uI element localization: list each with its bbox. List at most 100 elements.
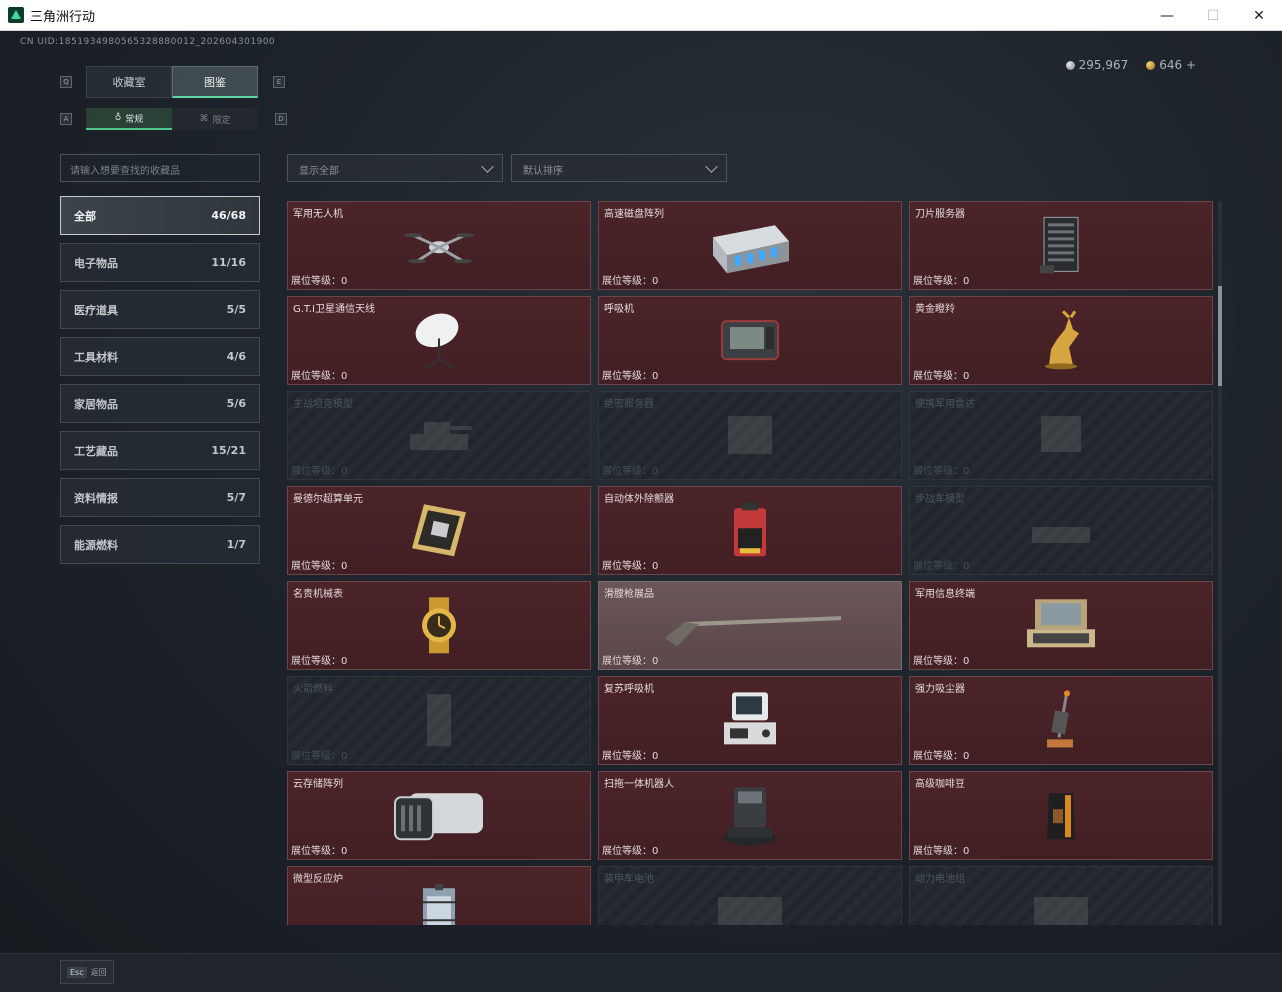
- mop-robot-icon: [720, 783, 780, 851]
- card-level: 展位等级：0: [602, 656, 659, 667]
- card-level: 展位等级：0: [291, 371, 348, 382]
- collection-card[interactable]: 便携军用雷达 展位等级：0: [909, 391, 1213, 480]
- satellite-dish-icon: [409, 308, 469, 376]
- collection-card[interactable]: 主战坦克模型 展位等级：0: [287, 391, 591, 480]
- card-level: 展位等级：0: [291, 466, 348, 477]
- subtab-regular-label: 常规: [125, 114, 144, 125]
- collection-card[interactable]: 扫拖一体机器人 展位等级：0: [598, 771, 902, 860]
- collection-card[interactable]: 动力电池组展位等级：0: [909, 866, 1213, 925]
- collection-card[interactable]: 复苏呼吸机 展位等级：0: [598, 676, 902, 765]
- grid-scroll-thumb[interactable]: [1218, 286, 1222, 386]
- category-electronics[interactable]: 电子物品 11/16: [60, 243, 260, 282]
- card-name: 便携军用雷达: [915, 399, 975, 410]
- collection-card[interactable]: 名贵机械表 展位等级：0: [287, 581, 591, 670]
- card-level: 展位等级：0: [913, 561, 970, 572]
- category-crafts[interactable]: 工艺藏品 15/21: [60, 431, 260, 470]
- display-filter-dropdown[interactable]: 显示全部: [287, 154, 503, 182]
- card-level: 展位等级：0: [602, 751, 659, 762]
- disk-array-icon: [705, 215, 795, 279]
- category-count: 15/21: [211, 444, 246, 457]
- chevron-down-icon: [705, 160, 718, 173]
- gold-currency[interactable]: 646 +: [1146, 58, 1196, 72]
- collection-card[interactable]: 曼德尔超算单元 展位等级：0: [287, 486, 591, 575]
- collection-card[interactable]: 云存储阵列展位等级：0: [287, 771, 591, 860]
- collection-card[interactable]: 微型反应炉展位等级：0: [287, 866, 591, 925]
- defibrillator-icon: [728, 500, 772, 564]
- card-level: 展位等级：0: [291, 751, 348, 762]
- key-hint-e: E: [273, 76, 285, 88]
- subtab-limited[interactable]: ⌘ 限定: [172, 108, 258, 130]
- collection-card[interactable]: 绝密服务器 展位等级：0: [598, 391, 902, 480]
- collection-card[interactable]: 军用无人机 展位等级：0: [287, 201, 591, 290]
- card-name: 黄金瞪羚: [915, 304, 955, 315]
- collection-card[interactable]: 滑膛枪展品 展位等级：0: [598, 581, 902, 670]
- collection-card[interactable]: 高级咖啡豆 展位等级：0: [909, 771, 1213, 860]
- ventilator-icon: [718, 315, 782, 369]
- rocket-fuel-icon: [419, 690, 459, 754]
- sort-dropdown[interactable]: 默认排序: [511, 154, 727, 182]
- main-tabs: 收藏室 图鉴: [86, 66, 258, 98]
- card-level: 展位等级：0: [602, 371, 659, 382]
- category-medical[interactable]: 医疗道具 5/5: [60, 290, 260, 329]
- category-count: 11/16: [211, 256, 246, 269]
- category-count: 4/6: [226, 350, 246, 363]
- limited-icon: ⌘: [199, 114, 209, 124]
- cloud-storage-icon: [389, 785, 489, 849]
- back-label: 返回: [90, 967, 107, 977]
- close-button[interactable]: ✕: [1236, 0, 1282, 31]
- display-filter-value: 显示全部: [299, 166, 339, 177]
- category-energy[interactable]: 能源燃料 1/7: [60, 525, 260, 564]
- collection-card[interactable]: G.T.I卫星通信天线 展位等级：0: [287, 296, 591, 385]
- maximize-button[interactable]: ☐: [1190, 0, 1236, 31]
- card-level: 展位等级：0: [291, 561, 348, 572]
- card-name: G.T.I卫星通信天线: [293, 304, 375, 315]
- chevron-down-icon: [481, 160, 494, 173]
- collection-card[interactable]: 自动体外除颤器 展位等级：0: [598, 486, 902, 575]
- back-button[interactable]: Esc 返回: [60, 960, 114, 984]
- category-intel[interactable]: 资料情报 5/7: [60, 478, 260, 517]
- collection-card[interactable]: 刀片服务器 展位等级：0: [909, 201, 1213, 290]
- card-level: 展位等级：0: [602, 276, 659, 287]
- collection-card[interactable]: 呼吸机 展位等级：0: [598, 296, 902, 385]
- tab-collection-room[interactable]: 收藏室: [86, 66, 172, 98]
- coffee-bag-icon: [1041, 787, 1081, 847]
- minimize-button[interactable]: —: [1144, 0, 1190, 31]
- collection-card[interactable]: 步战车模型展位等级：0: [909, 486, 1213, 575]
- card-level: 展位等级：0: [291, 276, 348, 287]
- card-name: 云存储阵列: [293, 779, 343, 790]
- card-name: 微型反应炉: [293, 874, 343, 885]
- subtab-regular[interactable]: ♁ 常规: [86, 108, 172, 130]
- category-label: 工艺藏品: [74, 444, 118, 458]
- collection-card[interactable]: 强力吸尘器 展位等级：0: [909, 676, 1213, 765]
- category-household[interactable]: 家居物品 5/6: [60, 384, 260, 423]
- category-label: 医疗道具: [74, 303, 118, 317]
- card-name: 步战车模型: [915, 494, 965, 505]
- category-all[interactable]: 全部 46/68: [60, 196, 260, 235]
- collection-card[interactable]: 军用信息终端 展位等级：0: [909, 581, 1213, 670]
- category-count: 5/5: [226, 303, 246, 316]
- key-hint-q: Q: [60, 76, 72, 88]
- esc-key-hint: Esc: [67, 966, 87, 978]
- card-level: 展位等级：0: [291, 846, 348, 857]
- tab-catalog[interactable]: 图鉴: [172, 66, 258, 98]
- category-label: 工具材料: [74, 350, 118, 364]
- card-level: 展位等级：0: [602, 846, 659, 857]
- search-input[interactable]: 请输入想要查找的收藏品: [60, 154, 260, 182]
- card-name: 刀片服务器: [915, 209, 965, 220]
- collection-card[interactable]: 高速磁盘阵列 展位等级：0: [598, 201, 902, 290]
- musket-icon: [655, 600, 845, 654]
- category-tools[interactable]: 工具材料 4/6: [60, 337, 260, 376]
- collection-grid: 军用无人机 展位等级：0 高速磁盘阵列 展位等级：0 刀片服务器 展位等级：0 G.T.I卫…: [287, 201, 1214, 925]
- category-count: 1/7: [226, 538, 246, 551]
- ifv-model-icon: [1026, 505, 1096, 559]
- silver-amount: 295,967: [1078, 58, 1129, 72]
- supercomputer-unit-icon: [406, 500, 472, 564]
- card-name: 装甲车电池: [604, 874, 654, 885]
- collection-card[interactable]: 火箭燃料 展位等级：0: [287, 676, 591, 765]
- watch-icon: [411, 595, 467, 659]
- collection-card[interactable]: 黄金瞪羚 展位等级：0: [909, 296, 1213, 385]
- card-name: 扫拖一体机器人: [604, 779, 674, 790]
- window-title: 三角洲行动: [30, 9, 96, 25]
- collection-card[interactable]: 装甲车电池展位等级：0: [598, 866, 902, 925]
- card-level: 展位等级：0: [913, 751, 970, 762]
